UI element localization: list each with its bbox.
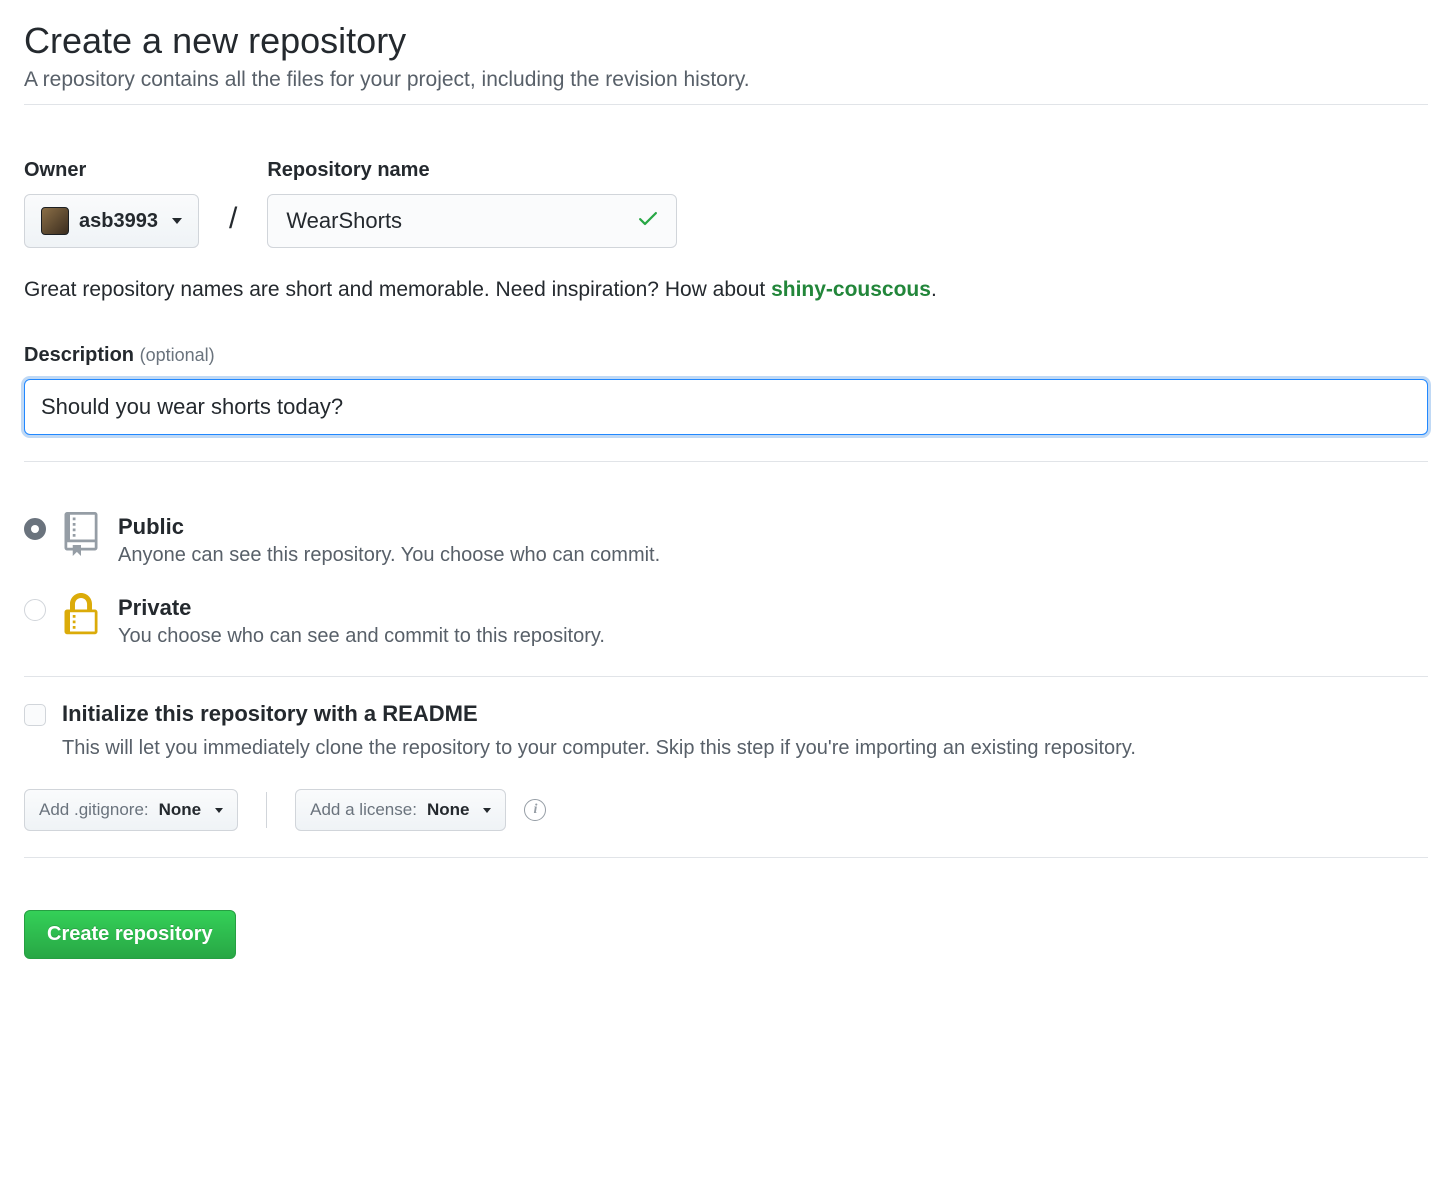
repo-icon [62,512,102,559]
repo-name-input-wrapper [267,194,677,248]
avatar [41,207,69,235]
page-subtitle: A repository contains all the files for … [24,68,1428,92]
info-icon[interactable]: i [524,799,546,821]
repo-name-label: Repository name [267,159,677,182]
owner-selected: asb3993 [79,210,158,233]
owner-select-button[interactable]: asb3993 [24,194,199,248]
lock-icon [62,593,102,640]
suggestion-link[interactable]: shiny-couscous [771,278,931,301]
divider [24,857,1428,858]
chevron-down-icon [215,808,223,813]
description-label: Description (optional) [24,344,1428,367]
check-icon [636,206,660,236]
readme-desc: This will let you immediately clone the … [62,733,1136,763]
divider [24,461,1428,462]
private-title: Private [118,595,605,621]
separator [266,792,267,828]
readme-title: Initialize this repository with a README [62,701,1136,727]
owner-label: Owner [24,159,199,182]
public-title: Public [118,514,660,540]
page-title: Create a new repository [24,20,1428,62]
path-separator: / [227,202,239,236]
repo-name-help: Great repository names are short and mem… [24,278,1428,302]
readme-checkbox[interactable] [24,704,46,726]
add-gitignore-button[interactable]: Add .gitignore: None [24,789,238,831]
add-license-button[interactable]: Add a license: None [295,789,506,831]
public-radio[interactable] [24,518,46,540]
private-radio[interactable] [24,599,46,621]
create-repository-button[interactable]: Create repository [24,910,236,959]
chevron-down-icon [172,218,182,224]
private-desc: You choose who can see and commit to thi… [118,625,605,648]
public-desc: Anyone can see this repository. You choo… [118,544,660,567]
repo-name-input[interactable] [284,207,636,235]
chevron-down-icon [483,808,491,813]
description-input[interactable] [24,379,1428,435]
